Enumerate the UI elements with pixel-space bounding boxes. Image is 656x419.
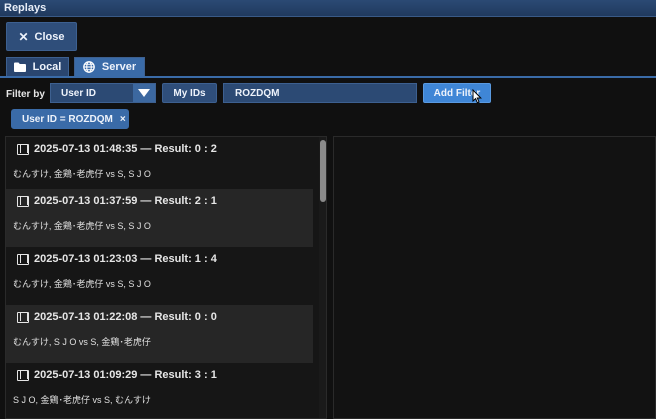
film-icon [17,195,29,207]
replay-list-item[interactable]: 2025-07-13 01:22:08 — Result: 0 : 0 むんすけ… [6,305,313,363]
replay-players: S J O, 金鶏･老虎仔 vs S, むんすけ [13,395,151,405]
tab-local-label: Local [32,61,62,73]
film-icon [17,369,29,381]
chevron-down-icon [138,89,150,97]
tab-server[interactable]: Server [74,57,145,76]
dropdown-arrow-button[interactable] [133,84,155,102]
mouse-cursor-icon [472,89,482,104]
replay-title-text: 2025-07-13 01:23:03 — Result: 1 : 4 [34,253,217,265]
replay-players: むんすけ, S J O vs S, 金鶏･老虎仔 [13,337,151,347]
replay-title: 2025-07-13 01:09:29 — Result: 3 : 1 [17,369,217,381]
filter-by-label: Filter by [6,89,45,100]
tab-server-label: Server [101,61,137,73]
replay-players: むんすけ, 金鶏･老虎仔 vs S, S J O [13,279,151,289]
replay-title-text: 2025-07-13 01:37:59 — Result: 2 : 1 [34,195,217,207]
replay-list: 2025-07-13 01:48:35 — Result: 0 : 2 むんすけ… [5,136,327,419]
replay-title: 2025-07-13 01:37:59 — Result: 2 : 1 [17,195,217,207]
window-title: Replays [4,2,47,14]
replay-players: むんすけ, 金鶏･老虎仔 vs S, S J O [13,221,151,231]
tab-local[interactable]: Local [6,57,69,76]
film-icon [17,143,29,155]
replay-title: 2025-07-13 01:22:08 — Result: 0 : 0 [17,311,217,323]
replay-detail-panel [333,136,656,419]
globe-icon [83,61,95,73]
replay-title-text: 2025-07-13 01:09:29 — Result: 3 : 1 [34,369,217,381]
close-button-label: Close [34,30,65,43]
replay-title: 2025-07-13 01:48:35 — Result: 0 : 2 [17,143,217,155]
active-filter-chip: User ID = ROZDQM × [11,109,129,129]
scrollbar-thumb[interactable] [320,140,326,202]
replay-title-text: 2025-07-13 01:48:35 — Result: 0 : 2 [34,143,217,155]
close-icon: ✕ [18,29,29,44]
filter-value-input[interactable] [223,83,417,103]
replay-list-item[interactable]: 2025-07-13 01:48:35 — Result: 0 : 2 むんすけ… [6,137,313,195]
window-titlebar: Replays [0,0,656,17]
film-icon [17,253,29,265]
filter-field-value: User ID [61,87,97,99]
replay-players: むんすけ, 金鶏･老虎仔 vs S, S J O [13,169,151,179]
close-button[interactable]: ✕ Close [6,22,77,51]
replay-list-item[interactable]: 2025-07-13 01:37:59 — Result: 2 : 1 むんすけ… [6,189,313,247]
replay-list-scrollbar[interactable] [319,137,326,418]
active-filter-label: User ID = ROZDQM [22,113,113,125]
my-ids-button[interactable]: My IDs [162,83,217,103]
replay-list-item[interactable]: 2025-07-13 01:23:03 — Result: 1 : 4 むんすけ… [6,247,313,305]
replay-title: 2025-07-13 01:23:03 — Result: 1 : 4 [17,253,217,265]
folder-icon [13,62,26,72]
film-icon [17,311,29,323]
replay-list-item[interactable]: 2025-07-13 01:09:29 — Result: 3 : 1 S J … [6,363,313,418]
tab-underline [0,76,656,78]
remove-filter-button[interactable]: × [120,114,126,125]
filter-field-select[interactable]: User ID [50,83,156,103]
replay-title-text: 2025-07-13 01:22:08 — Result: 0 : 0 [34,311,217,323]
